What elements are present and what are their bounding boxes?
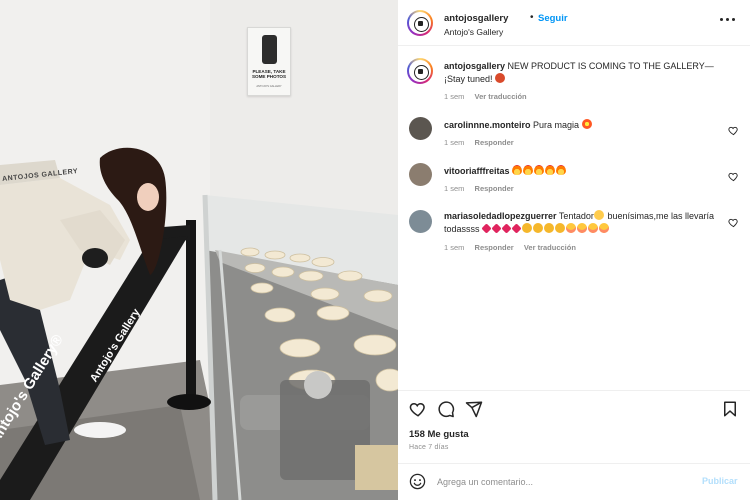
fire-emoji-icon bbox=[556, 165, 567, 175]
caption-username[interactable]: antojosgallery bbox=[444, 61, 505, 71]
comment-username[interactable]: vitooriafffreitas bbox=[444, 166, 510, 176]
fire-emoji-icon bbox=[523, 165, 534, 175]
yum-emoji-icon bbox=[588, 223, 599, 233]
yum-emoji-icon bbox=[566, 223, 577, 233]
comment-meta: 1 sem Responder Ver traducción bbox=[444, 243, 584, 252]
comment-body: Tentador bbox=[558, 211, 594, 221]
comment-username[interactable]: carolinnne.monteiro bbox=[444, 120, 531, 130]
avatar-logo-icon bbox=[409, 12, 431, 34]
comment-avatar[interactable] bbox=[409, 117, 432, 140]
comment-text: vitooriafffreitas bbox=[444, 165, 724, 178]
fire-emoji-icon bbox=[534, 165, 545, 175]
comment-avatar[interactable] bbox=[409, 163, 432, 186]
reply-link[interactable]: Responder bbox=[475, 138, 514, 147]
gallery-scene bbox=[0, 0, 398, 500]
see-translation-link[interactable]: Ver traducción bbox=[524, 243, 576, 252]
caption-text: antojosgallery NEW PRODUCT IS COMING TO … bbox=[444, 60, 724, 86]
likes-count[interactable]: 158 Me gusta bbox=[409, 429, 469, 440]
sign-small-text: ANTOJO'S GALLERY bbox=[256, 85, 282, 88]
emoji-smiley-icon[interactable] bbox=[409, 473, 426, 490]
bookmark-icon[interactable] bbox=[721, 400, 739, 418]
yum-emoji-icon bbox=[599, 223, 610, 233]
header-location[interactable]: Antojo's Gallery bbox=[444, 27, 503, 37]
post-panel: antojosgallery • Seguir Antojo's Gallery… bbox=[398, 0, 750, 500]
share-send-icon[interactable] bbox=[465, 400, 483, 418]
header-username[interactable]: antojosgallery bbox=[444, 13, 508, 24]
sign-text: PLEASE, TAKE SOME PHOTOS bbox=[251, 69, 287, 80]
caption-meta: 1 sem Ver traducción bbox=[444, 92, 535, 101]
red-heart-emoji-icon bbox=[491, 223, 502, 234]
grinning-sweat-emoji-icon bbox=[593, 210, 604, 220]
photo-sign: PLEASE, TAKE SOME PHOTOS ANTOJO'S GALLER… bbox=[247, 27, 291, 96]
caption-time: 1 sem bbox=[444, 92, 465, 101]
comment-username[interactable]: mariasoledadlopezguerrer bbox=[444, 211, 557, 221]
comment-time: 1 sem bbox=[444, 243, 465, 252]
clapping-emoji-icon bbox=[522, 223, 533, 233]
heart-outline-icon[interactable] bbox=[728, 171, 739, 182]
comment-avatar[interactable] bbox=[409, 210, 432, 233]
avatar-logo-icon bbox=[409, 60, 431, 82]
comment-time: 1 sem bbox=[444, 184, 465, 193]
fire-emoji-icon bbox=[545, 165, 556, 175]
post-header: antojosgallery • Seguir Antojo's Gallery bbox=[398, 0, 750, 46]
comment-time: 1 sem bbox=[444, 138, 465, 147]
header-dot: • bbox=[530, 12, 534, 23]
comment-meta: 1 sem Responder bbox=[444, 184, 522, 193]
heart-outline-icon[interactable] bbox=[728, 217, 739, 228]
more-horizontal-icon[interactable] bbox=[720, 15, 736, 23]
see-translation-link[interactable]: Ver traducción bbox=[475, 92, 527, 101]
comment-text: carolinnne.monteiro Pura magia bbox=[444, 119, 724, 132]
comment-text: mariasoledadlopezguerrer Tentador buenís… bbox=[444, 210, 719, 236]
comment-bubble-icon[interactable] bbox=[437, 400, 455, 418]
angry-emoji-icon bbox=[495, 73, 506, 83]
phone-sign-icon bbox=[262, 35, 277, 64]
yum-emoji-icon bbox=[577, 223, 588, 233]
post-photo[interactable]: PLEASE, TAKE SOME PHOTOS ANTOJO'S GALLER… bbox=[0, 0, 398, 500]
fire-emoji-icon bbox=[512, 165, 523, 175]
clapping-emoji-icon bbox=[555, 223, 566, 233]
follow-button[interactable]: Seguir bbox=[538, 13, 568, 24]
red-heart-emoji-icon bbox=[481, 223, 492, 234]
comment-input[interactable] bbox=[437, 473, 687, 490]
comment-body: Pura magia bbox=[533, 120, 580, 130]
comment-meta: 1 sem Responder bbox=[444, 138, 522, 147]
post-age: Hace 7 días bbox=[409, 444, 449, 451]
header-avatar[interactable] bbox=[407, 10, 433, 36]
clapping-emoji-icon bbox=[533, 223, 544, 233]
like-heart-icon[interactable] bbox=[409, 400, 427, 418]
red-heart-emoji-icon bbox=[501, 223, 512, 234]
heart-outline-icon[interactable] bbox=[728, 125, 739, 136]
clapping-emoji-icon bbox=[544, 223, 555, 233]
post-button[interactable]: Publicar bbox=[702, 476, 738, 486]
collision-emoji-icon bbox=[581, 119, 592, 129]
reply-link[interactable]: Responder bbox=[475, 243, 514, 252]
caption-avatar[interactable] bbox=[407, 58, 433, 84]
add-comment-bar: Publicar bbox=[398, 463, 750, 500]
red-heart-emoji-icon bbox=[511, 223, 522, 234]
reply-link[interactable]: Responder bbox=[475, 184, 514, 193]
